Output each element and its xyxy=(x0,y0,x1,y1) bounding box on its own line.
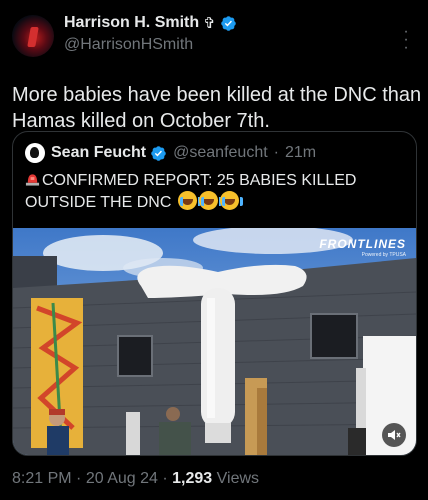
meta-separator: · xyxy=(162,470,168,487)
quoted-author-avatar xyxy=(25,143,45,163)
police-siren-icon xyxy=(25,174,40,186)
quoted-tweet-video[interactable]: FRONTLINES Powered by TPUSA xyxy=(13,228,416,455)
crying-face-icon xyxy=(198,191,222,210)
tweet-text: More babies have been killed at the DNC … xyxy=(12,84,422,132)
quoted-tweet[interactable]: Sean Feucht @seanfeucht · 21m CONFIRMED … xyxy=(12,131,417,456)
crying-face-icon xyxy=(177,191,201,210)
cross-symbol: ✞ xyxy=(203,14,216,32)
watermark-logo: FRONTLINES xyxy=(319,237,406,251)
watermark-subtitle: Powered by TPUSA xyxy=(361,252,406,258)
tweet-meta: 8:21 PM · 20 Aug 24 · 1,293 Views xyxy=(12,470,259,488)
more-options-icon[interactable]: · · · xyxy=(396,24,416,56)
quoted-tweet-header: Sean Feucht @seanfeucht · 21m xyxy=(25,142,404,164)
views-count: 1,293 xyxy=(172,470,213,487)
views-label: Views xyxy=(216,470,260,487)
quoted-time-separator: · xyxy=(273,144,279,161)
author-name-row: Harrison H. Smith ✞ xyxy=(64,14,396,32)
author-avatar[interactable] xyxy=(12,15,54,57)
quoted-tweet-time: 21m xyxy=(285,144,317,161)
tweet-header: Harrison H. Smith ✞ @HarrisonHSmith · · · xyxy=(12,12,416,64)
quoted-author-display-name: Sean Feucht xyxy=(51,144,147,161)
video-frame xyxy=(13,228,416,455)
verified-badge-icon xyxy=(151,145,166,161)
tweet-date[interactable]: 20 Aug 24 xyxy=(86,470,158,487)
author-names: Harrison H. Smith ✞ @HarrisonHSmith xyxy=(64,12,396,54)
meta-separator: · xyxy=(76,470,82,487)
crying-face-icon xyxy=(219,191,243,210)
quoted-tweet-text-block: CONFIRMED REPORT: 25 BABIES KILLED OUTSI… xyxy=(25,170,404,213)
tweet-time[interactable]: 8:21 PM xyxy=(12,470,72,487)
quoted-author-handle: @seanfeucht xyxy=(173,144,268,161)
author-handle[interactable]: @HarrisonHSmith xyxy=(64,36,396,54)
author-display-name[interactable]: Harrison H. Smith xyxy=(64,14,199,32)
verified-badge-icon xyxy=(220,15,236,31)
frontlines-watermark: FRONTLINES Powered by TPUSA xyxy=(319,237,406,258)
speaker-mute-icon[interactable] xyxy=(382,423,406,447)
